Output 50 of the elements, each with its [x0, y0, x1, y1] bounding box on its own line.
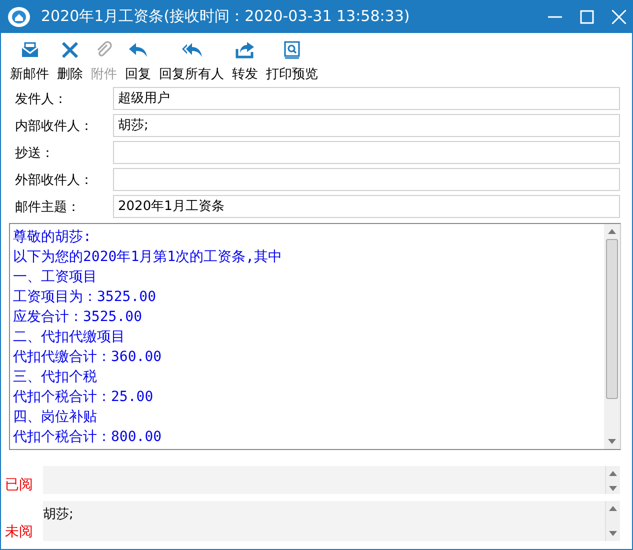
body-text-line: 二、代扣代缴项目: [13, 328, 126, 347]
body-text-line: 应发合计：3525.00: [13, 308, 144, 327]
body-text-line: 以下为您的2020年1月第1次的工资条,其中: [13, 248, 284, 267]
window-title: 2020年1月工资条(接收时间：2020-03-31 13:58:33): [41, 7, 411, 26]
field-label: 外部收件人：: [15, 172, 94, 188]
field-label: 发件人：: [15, 90, 68, 108]
body-text-line: 工资项目为：3525.00: [13, 288, 158, 307]
toolbar-button[interactable]: 回复所有人: [156, 38, 227, 85]
reply-icon: [128, 42, 148, 58]
input-field[interactable]: [113, 168, 620, 191]
toolbar-button[interactable]: 打印预览: [263, 38, 321, 85]
body-text-line: 代扣个税合计：800.00: [13, 428, 163, 447]
recipient-list-field[interactable]: [43, 466, 620, 494]
print-preview-icon: [283, 41, 301, 59]
body-text-line: 三、代扣个税: [13, 368, 98, 387]
maximize-icon[interactable]: [580, 10, 594, 24]
scrollbar[interactable]: [604, 224, 620, 449]
scroll-up-icon[interactable]: [609, 471, 617, 476]
body-text-line: 一、工资项目: [13, 268, 98, 287]
input-field[interactable]: 2020年1月工资条: [113, 195, 620, 218]
toolbar-button[interactable]: 删除: [54, 38, 86, 85]
scroll-down-icon[interactable]: [609, 531, 617, 536]
field-label: 邮件主题：: [15, 198, 81, 216]
body-text-line: 尊敬的胡莎:: [13, 228, 92, 247]
scroll-up-icon[interactable]: [609, 506, 617, 511]
delete-icon: [61, 41, 79, 59]
body-text-line: 四、岗位补贴: [13, 408, 98, 427]
body-text-line: 代扣个税合计：25.00: [13, 388, 154, 407]
field-label: 内部收件人：: [15, 118, 94, 134]
scroll-down-icon[interactable]: [608, 439, 616, 444]
forward-icon: [235, 41, 255, 59]
input-field[interactable]: [113, 141, 620, 164]
toolbar-button[interactable]: 回复: [122, 38, 154, 85]
status-label: 已阅: [5, 476, 34, 494]
close-icon[interactable]: [612, 10, 626, 24]
scroll-down-icon[interactable]: [609, 486, 617, 491]
envelope-icon: [20, 42, 38, 58]
app-logo-icon: [7, 6, 31, 28]
paperclip-icon: [95, 41, 113, 59]
recipient-list-field[interactable]: 胡莎;: [43, 501, 620, 541]
reply-all-icon: [180, 42, 202, 58]
input-field[interactable]: 超级用户: [113, 87, 620, 110]
scroll-up-icon[interactable]: [608, 229, 616, 234]
status-label: 未阅: [5, 523, 34, 541]
input-field[interactable]: 胡莎;: [113, 114, 620, 137]
message-body-field[interactable]: 尊敬的胡莎: 以下为您的2020年1月第1次的工资条,其中 一、工资项目 工资项目为：3525.00 应发合计：3525.00 二、代扣代缴项目 代扣代缴合计：360.00 三、代扣个税 代扣个税合计：25.00 四、岗位补贴 代扣个税合计：800.00: [9, 223, 621, 450]
body-text-line: 代扣代缴合计：360.00: [13, 348, 163, 367]
toolbar-button[interactable]: 新邮件: [7, 38, 52, 85]
toolbar-button[interactable]: 转发: [229, 38, 261, 85]
field-label: 抄送：: [15, 144, 55, 162]
